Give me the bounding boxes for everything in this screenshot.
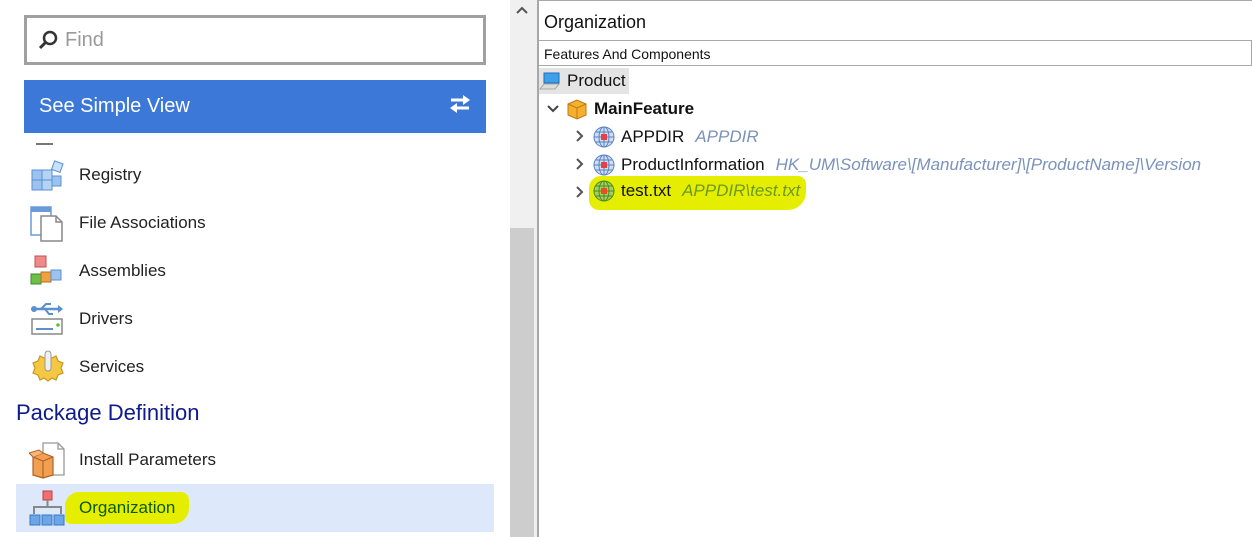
- file-associations-icon: [29, 204, 67, 242]
- tree-label: test.txt: [621, 181, 672, 200]
- assemblies-icon: [29, 252, 67, 290]
- nav-label-install-parameters: Install Parameters: [79, 450, 216, 469]
- usb-driver-icon: [29, 300, 67, 338]
- tree-node-mainfeature[interactable]: MainFeature: [546, 96, 694, 122]
- left-panel: See Simple View Registry: [0, 0, 510, 537]
- scrollbar-thumb[interactable]: [510, 228, 534, 537]
- see-simple-view-label: See Simple View: [39, 95, 190, 117]
- tab-label: Features And Components: [544, 46, 711, 62]
- nav-label-file-associations: File Associations: [79, 213, 206, 232]
- swap-arrows-icon: [448, 93, 472, 121]
- page-title: Organization: [544, 12, 647, 32]
- tree-node-component[interactable]: ProductInformation HK_UM\Software\[Manuf…: [573, 152, 1201, 178]
- find-input[interactable]: [65, 28, 465, 52]
- chevron-right-icon[interactable]: [573, 157, 587, 174]
- scroll-up-icon[interactable]: [514, 4, 530, 20]
- nav-item-file-associations[interactable]: File Associations: [16, 199, 494, 247]
- globe-component-icon: [593, 126, 615, 148]
- globe-component-icon: [593, 154, 615, 176]
- nav-item-assemblies[interactable]: Assemblies: [16, 247, 494, 295]
- nav-label-assemblies: Assemblies: [79, 261, 166, 280]
- globe-component-icon: [593, 180, 615, 202]
- tab-features-and-components[interactable]: Features And Components: [539, 40, 1252, 66]
- nav-label-organization: Organization: [65, 492, 190, 524]
- computer-icon: [539, 70, 561, 92]
- box-icon: [566, 98, 588, 120]
- nav-label-drivers: Drivers: [79, 309, 133, 328]
- chevron-right-icon[interactable]: [573, 129, 587, 146]
- highlight-mark: test.txt APPDIR\test.txt: [589, 176, 807, 210]
- nav-item-services[interactable]: Services: [16, 343, 494, 391]
- separator-line: [36, 143, 53, 145]
- nav-item-organization[interactable]: Organization: [16, 484, 494, 532]
- tree-node-product[interactable]: Product: [539, 68, 629, 94]
- nav-item-install-parameters[interactable]: Install Parameters: [16, 436, 494, 484]
- nav-item-drivers[interactable]: Drivers: [16, 295, 494, 343]
- section-title-package-definition: Package Definition: [16, 400, 200, 425]
- org-chart-icon: [29, 489, 67, 527]
- tree-label: ProductInformation: [621, 155, 765, 174]
- tree-detail: APPDIR\test.txt: [682, 181, 801, 200]
- tree-label: APPDIR: [621, 127, 685, 146]
- install-package-icon: [28, 441, 67, 479]
- left-panel-scrollbar[interactable]: [510, 0, 537, 537]
- tree-node-component-test-txt[interactable]: test.txt APPDIR\test.txt: [573, 176, 807, 210]
- nav-label-services: Services: [79, 357, 145, 376]
- tree-detail: HK_UM\Software\[Manufacturer]\[ProductNa…: [775, 155, 1202, 174]
- right-header: Organization: [539, 0, 1252, 40]
- see-simple-view-button[interactable]: See Simple View: [24, 80, 486, 133]
- nav-item-registry[interactable]: Registry: [16, 151, 494, 199]
- chevron-right-icon[interactable]: [573, 185, 587, 202]
- nav-label-registry: Registry: [79, 165, 142, 184]
- find-box[interactable]: [24, 15, 486, 65]
- tree-label: MainFeature: [594, 99, 695, 118]
- tree-node-component[interactable]: APPDIR APPDIR: [573, 124, 759, 150]
- search-icon: [37, 29, 59, 51]
- right-panel: Organization Features And Components Pro…: [539, 0, 1252, 537]
- registry-cubes-icon: [29, 156, 67, 194]
- gear-service-icon: [29, 348, 67, 386]
- chevron-down-icon[interactable]: [546, 102, 560, 117]
- tree-label: Product: [567, 71, 626, 90]
- tree-detail: APPDIR: [695, 127, 759, 146]
